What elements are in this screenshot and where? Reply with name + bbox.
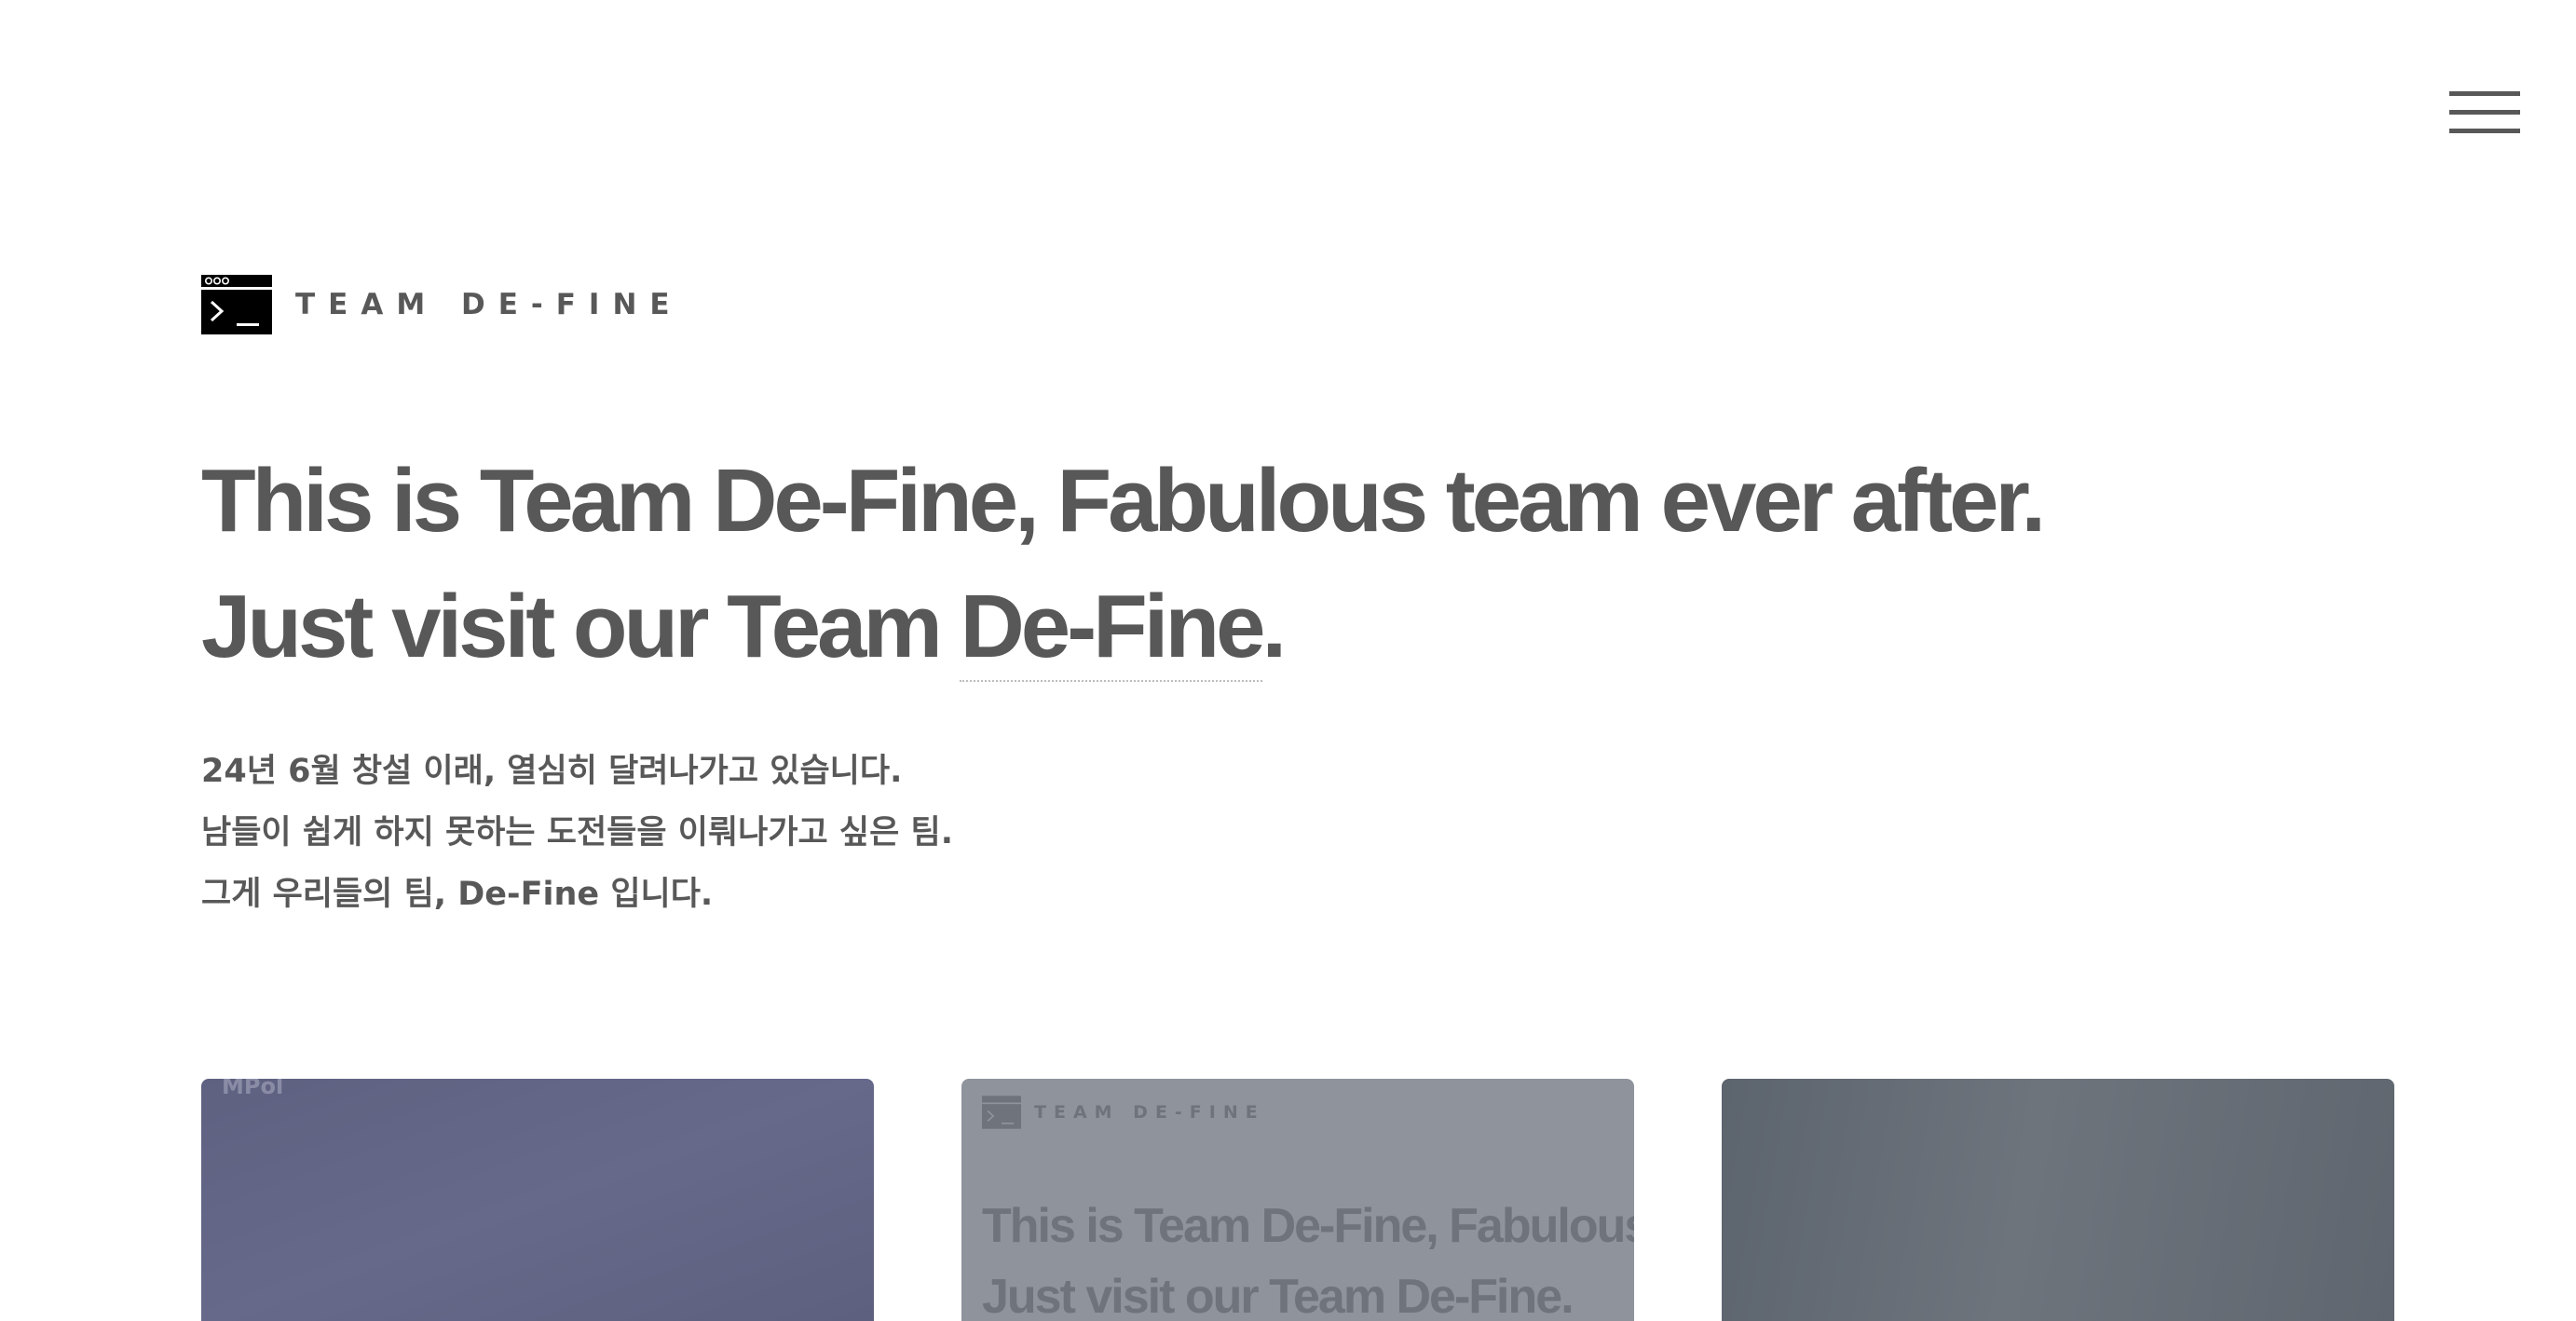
card-headline-line: This is Team De-Fine, Fabulous team ever… xyxy=(982,1199,1634,1253)
card-headline-line: Just visit our Team De-Fine. xyxy=(982,1270,1574,1321)
intro-line: 남들이 쉽게 하지 못하는 도전들을 이뤄나가고 싶은 팀. xyxy=(201,814,953,851)
menu-bar xyxy=(2449,91,2520,96)
headline-line-2-prefix: Just visit our Team xyxy=(201,577,961,676)
headline-line-2-suffix: . xyxy=(1261,577,1288,676)
logo-text: TEAM DE-FINE xyxy=(295,288,683,321)
project-card[interactable] xyxy=(1722,1079,2394,1321)
terminal-prompt-icon xyxy=(982,1096,1021,1129)
menu-bar xyxy=(2449,129,2520,133)
page-headline: This is Team De-Fine, Fabulous team ever… xyxy=(201,438,2046,689)
intro-line: 그게 우리들의 팀, De-Fine 입니다. xyxy=(201,876,714,913)
project-card-team-define[interactable]: TEAM DE-FINE This is Team De-Fine, Fabul… xyxy=(961,1079,1634,1321)
headline-line-1: This is Team De-Fine, Fabulous team ever… xyxy=(201,451,2046,551)
card-headline: This is Team De-Fine, Fabulous team ever… xyxy=(982,1191,1634,1321)
site-logo[interactable]: TEAM DE-FINE xyxy=(201,275,683,334)
project-card-mpol[interactable]: MPol xyxy=(201,1079,874,1321)
hamburger-menu-icon[interactable] xyxy=(2449,91,2520,136)
team-link[interactable]: De-Fine xyxy=(960,577,1266,682)
intro-line: 24년 6월 창설 이래, 열심히 달려나가고 있습니다. xyxy=(201,753,903,790)
menu-bar xyxy=(2449,110,2520,115)
card-label: MPol xyxy=(222,1079,284,1099)
card-logo-text: TEAM DE-FINE xyxy=(1034,1102,1265,1123)
headline-line-2: Just visit our Team De-Fine. xyxy=(201,564,2042,689)
card-logo: TEAM DE-FINE xyxy=(982,1096,1265,1129)
terminal-prompt-icon xyxy=(201,275,272,334)
intro-paragraph: 24년 6월 창설 이래, 열심히 달려나가고 있습니다. 남들이 쉽게 하지 … xyxy=(201,741,953,925)
